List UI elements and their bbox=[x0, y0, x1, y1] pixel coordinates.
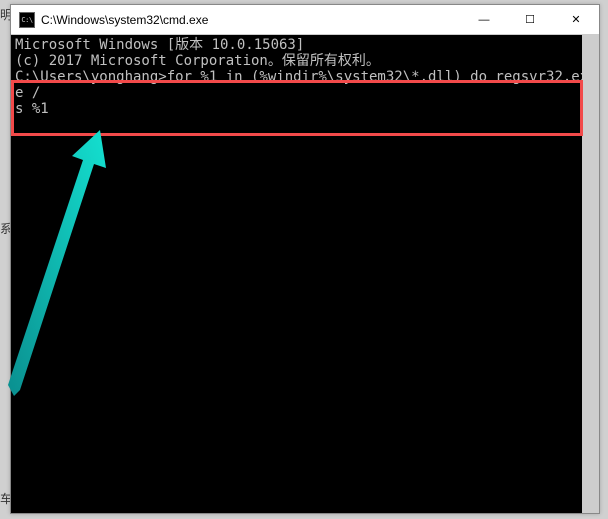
console-line-copyright: (c) 2017 Microsoft Corporation。保留所有权利。 bbox=[15, 53, 595, 69]
console-line-version: Microsoft Windows [版本 10.0.15063] bbox=[15, 37, 595, 53]
minimize-button[interactable]: — bbox=[461, 5, 507, 34]
scrollbar-thumb[interactable] bbox=[583, 35, 599, 513]
cmd-window: C:\ C:\Windows\system32\cmd.exe — ☐ ✕ Mi… bbox=[10, 4, 600, 514]
titlebar[interactable]: C:\ C:\Windows\system32\cmd.exe — ☐ ✕ bbox=[11, 5, 599, 35]
close-button[interactable]: ✕ bbox=[553, 5, 599, 34]
console-line-command-2: s %1 bbox=[15, 101, 595, 117]
window-controls: — ☐ ✕ bbox=[461, 5, 599, 34]
vertical-scrollbar[interactable] bbox=[582, 35, 599, 513]
console-area[interactable]: Microsoft Windows [版本 10.0.15063] (c) 20… bbox=[11, 35, 599, 513]
window-title: C:\Windows\system32\cmd.exe bbox=[41, 13, 461, 27]
console-line-command-1: C:\Users\yonghang>for %1 in (%windir%\sy… bbox=[15, 69, 595, 101]
maximize-button[interactable]: ☐ bbox=[507, 5, 553, 34]
cmd-icon: C:\ bbox=[19, 12, 35, 28]
